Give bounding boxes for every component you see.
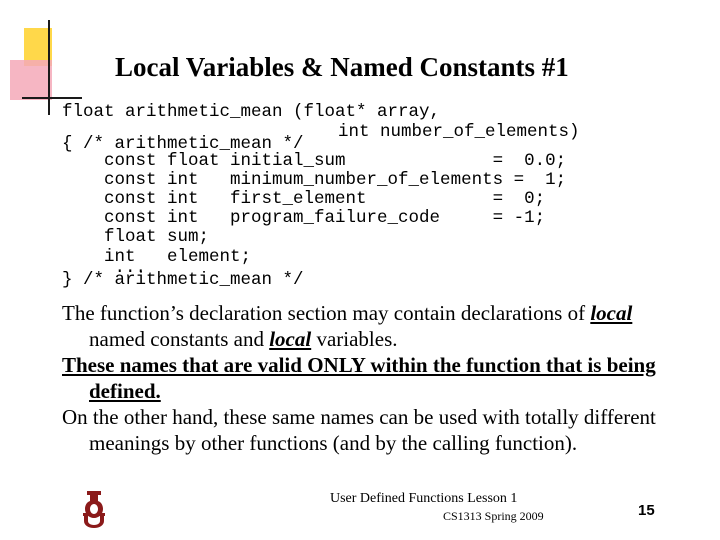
body-text: The function’s declaration section may c…	[62, 300, 682, 456]
footer-course: CS1313 Spring 2009	[443, 509, 544, 523]
code-line-11: } /* arithmetic_mean */	[62, 270, 304, 290]
footer-lesson: User Defined Functions Lesson 1	[330, 491, 518, 506]
decor-pink-square	[10, 60, 52, 100]
code-line-8: float sum;	[62, 227, 210, 247]
paragraph-scope: These names that are valid ONLY within t…	[62, 353, 656, 403]
code-line-2: int number_of_elements)	[338, 122, 580, 142]
ou-logo-icon	[83, 491, 105, 528]
page-number: 15	[638, 502, 655, 519]
code-line-6: const int first_element = 0;	[62, 189, 546, 209]
decor-vertical-line	[48, 20, 50, 115]
code-line-5: const int minimum_number_of_elements = 1…	[62, 170, 567, 190]
paragraph-declarations: The function’s declaration section may c…	[62, 301, 633, 351]
decor-horizontal-line	[22, 97, 82, 99]
code-line-1: float arithmetic_mean (float* array,	[62, 102, 441, 122]
paragraph-reuse: On the other hand, these same names can …	[62, 405, 656, 455]
code-line-4: const float initial_sum = 0.0;	[62, 151, 567, 171]
code-line-7: const int program_failure_code = -1;	[62, 208, 546, 228]
slide-title: Local Variables & Named Constants #1	[115, 52, 569, 82]
